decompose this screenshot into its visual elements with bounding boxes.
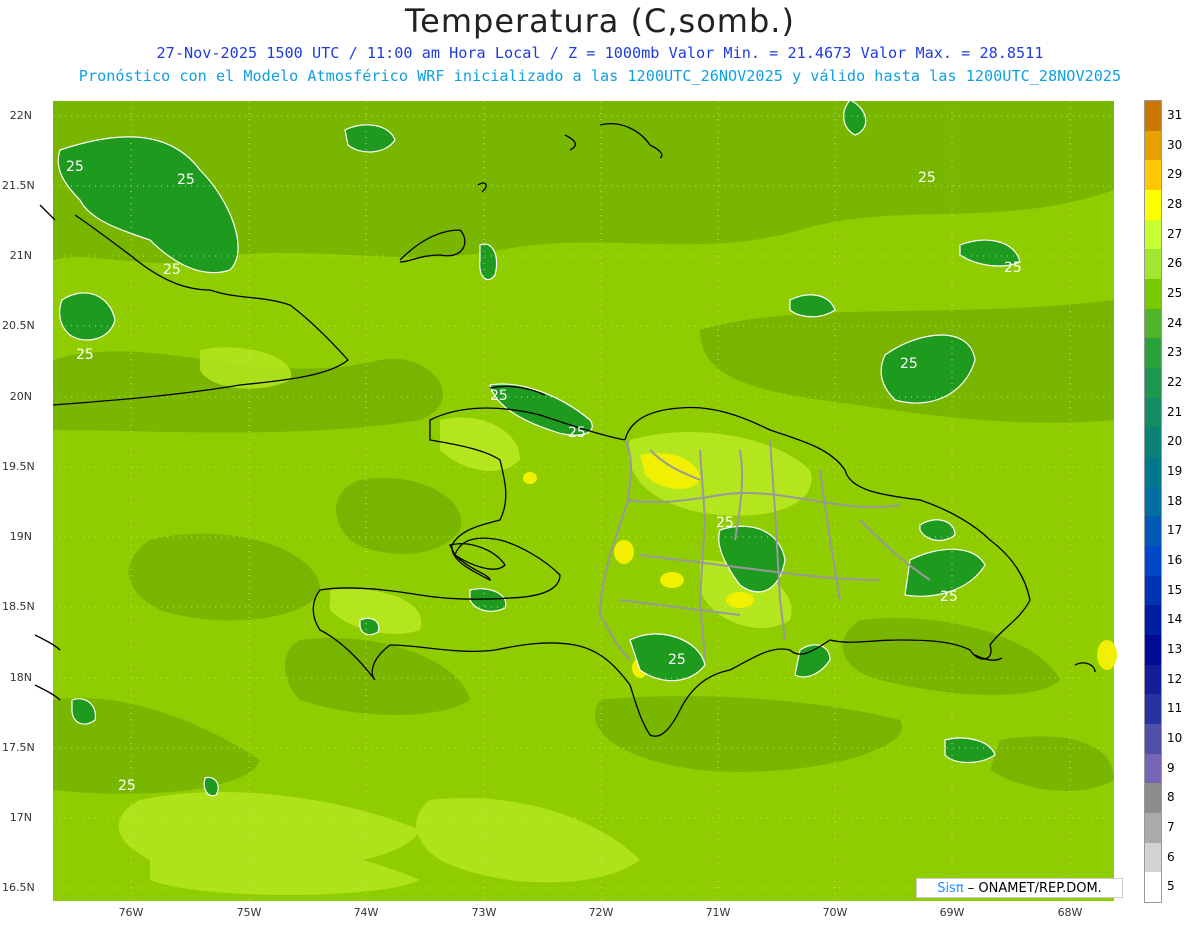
lon-label: 74W (353, 906, 379, 919)
colorbar-swatch (1145, 724, 1161, 754)
credit-box: Sisπ – ONAMET/REP.DOM. (916, 878, 1123, 898)
lon-label: 71W (705, 906, 731, 919)
colorbar-label: 9 (1167, 760, 1175, 775)
colorbar-label: 12 (1167, 671, 1183, 686)
lat-label: 20.5N (2, 319, 35, 332)
lat-label: 22N (9, 109, 32, 122)
colorbar-label: 10 (1167, 730, 1183, 745)
contour-label: 25 (940, 589, 958, 605)
contour-label: 25 (118, 778, 136, 794)
colorbar-swatch (1145, 842, 1161, 873)
colorbar-swatch (1145, 516, 1161, 547)
lat-label: 18.5N (2, 600, 35, 613)
lat-label: 19.5N (2, 460, 35, 473)
lat-label: 18N (9, 671, 32, 684)
colorbar-swatch (1145, 279, 1161, 309)
lon-label: 72W (588, 906, 614, 919)
map-title: Temperatura (C,somb.) (405, 2, 795, 40)
lat-label: 19N (9, 530, 32, 543)
colorbar-label: 26 (1167, 256, 1183, 271)
colorbar-label: 17 (1167, 523, 1183, 538)
credit-brand: Sisπ (937, 881, 964, 896)
contour-label: 25 (568, 425, 586, 441)
colorbar-swatch (1145, 249, 1161, 280)
colorbar-swatch (1145, 368, 1161, 398)
lat-label: 21.5N (2, 179, 35, 192)
colorbar-swatch (1145, 308, 1161, 339)
contour-label: 25 (716, 515, 734, 531)
lon-label: 76W (118, 906, 144, 919)
colorbar-swatch (1145, 457, 1161, 487)
subtitle-model-info: Pronóstico con el Modelo Atmosférico WRF… (78, 67, 1122, 85)
colorbar-swatch (1145, 397, 1161, 428)
colorbar-swatch (1145, 813, 1161, 843)
colorbar-label: 20 (1167, 434, 1183, 449)
colorbar-label: 15 (1167, 582, 1183, 597)
lon-label: 73W (471, 906, 497, 919)
contour-label: 25 (177, 172, 195, 188)
colorbar-label: 6 (1167, 849, 1175, 864)
colorbar-label: 14 (1167, 612, 1183, 627)
colorbar-swatch (1145, 664, 1161, 695)
colorbar-label: 18 (1167, 493, 1183, 508)
colorbar-swatch (1145, 427, 1161, 458)
colorbar-swatch (1145, 219, 1161, 250)
colorbar-label: 11 (1167, 701, 1183, 716)
colorbar-label: 7 (1167, 819, 1175, 834)
colorbar-label: 24 (1167, 315, 1183, 330)
colorbar-swatch (1145, 605, 1161, 636)
contour-label: 25 (76, 347, 94, 363)
colorbar-label: 13 (1167, 641, 1183, 656)
colorbar-label: 16 (1167, 552, 1183, 567)
contour-label: 25 (900, 356, 918, 372)
lon-label: 70W (822, 906, 848, 919)
subtitle-valid-time: 27-Nov-2025 1500 UTC / 11:00 am Hora Loc… (156, 44, 1044, 62)
colorbar-label: 23 (1167, 345, 1183, 360)
lat-label: 20N (9, 390, 32, 403)
contour-label: 25 (66, 159, 84, 175)
lon-label: 68W (1057, 906, 1083, 919)
colorbar-swatch (1145, 694, 1161, 725)
forecast-map: 25 25 25 25 25 25 25 25 25 25 25 25 25 (34, 99, 1117, 901)
lat-label: 17.5N (2, 741, 35, 754)
contour-label: 25 (918, 170, 936, 186)
lat-label: 21N (9, 249, 32, 262)
credit-text: – ONAMET/REP.DOM. (963, 881, 1102, 896)
colorbar-label: 27 (1167, 226, 1183, 241)
colorbar-label: 29 (1167, 167, 1183, 182)
lat-label: 16.5N (2, 881, 35, 894)
contour-label: 25 (163, 262, 181, 278)
colorbar-swatch (1145, 635, 1161, 665)
colorbar-swatch (1145, 753, 1161, 784)
colorbar-swatch (1145, 101, 1161, 131)
colorbar-label: 28 (1167, 196, 1183, 211)
colorbar-label: 25 (1167, 285, 1183, 300)
contour-label: 25 (1004, 260, 1022, 276)
contour-label: 25 (668, 652, 686, 668)
colorbar-label: 8 (1167, 790, 1175, 805)
colorbar-label: 19 (1167, 463, 1183, 478)
colorbar-label: 30 (1167, 137, 1183, 152)
colorbar-swatch (1145, 338, 1161, 369)
colorbar-swatch (1145, 160, 1161, 191)
colorbar-label: 5 (1167, 879, 1175, 894)
lon-label: 69W (939, 906, 965, 919)
colorbar-label: 21 (1167, 404, 1183, 419)
colorbar-swatch (1145, 575, 1161, 606)
contour-label: 25 (490, 388, 508, 404)
lon-label: 75W (236, 906, 262, 919)
colorbar-swatch (1145, 130, 1161, 161)
colorbar-swatch (1145, 486, 1161, 517)
colorbar (1144, 100, 1162, 903)
colorbar-label: 31 (1167, 107, 1183, 122)
colorbar-label: 22 (1167, 374, 1183, 389)
colorbar-swatch (1145, 190, 1161, 220)
lat-label: 17N (9, 811, 32, 824)
colorbar-swatch (1145, 783, 1161, 814)
colorbar-swatch (1145, 872, 1161, 903)
colorbar-swatch (1145, 546, 1161, 576)
